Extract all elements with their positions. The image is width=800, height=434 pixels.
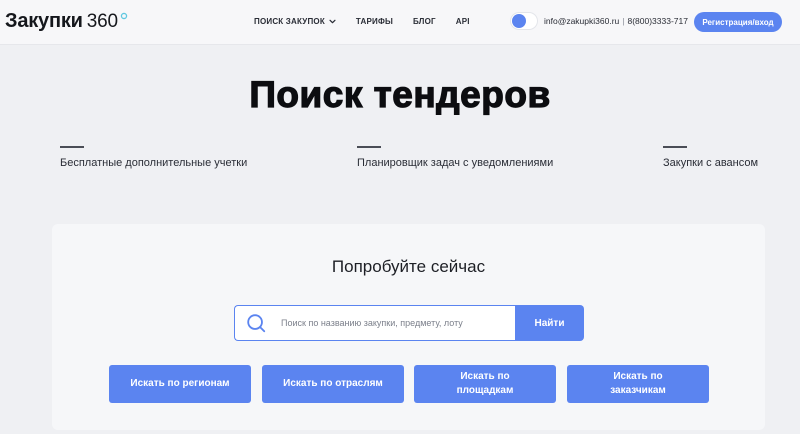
feature-free-accounts: Бесплатные дополнительные учетки xyxy=(60,146,247,169)
search-panel: Попробуйте сейчас Найти Искать по регион… xyxy=(52,224,765,430)
nav-item-tariffs[interactable]: ТАРИФЫ xyxy=(356,14,393,28)
feature-text: Планировщик задач с уведомлениями xyxy=(357,157,554,169)
logo-word: Закупки xyxy=(5,10,83,32)
search-by-platforms-button[interactable]: Искать по площадкам xyxy=(414,365,556,403)
feature-text: Закупки с авансом xyxy=(663,157,759,169)
feature-divider xyxy=(663,146,687,148)
nav-item-api[interactable]: API xyxy=(456,14,470,28)
contact-separator: | xyxy=(622,16,625,26)
search-by-industries-button[interactable]: Искать по отраслям xyxy=(262,365,404,403)
toggle-knob xyxy=(512,14,526,28)
feature-task-planner: Планировщик задач с уведомлениями xyxy=(357,146,553,169)
nav-item-label: ПОИСК ЗАКУПОК xyxy=(254,16,325,26)
nav-item-blog[interactable]: БЛОГ xyxy=(413,14,436,28)
panel-title: Попробуйте сейчас xyxy=(331,257,486,276)
register-login-button[interactable]: Регистрация/вход xyxy=(694,12,782,32)
logo-number: 360 xyxy=(86,11,118,32)
search-input[interactable] xyxy=(281,318,501,328)
contact-info: info@zakupki360.ru | 8(800)3333-717 xyxy=(544,16,688,26)
contact-email[interactable]: info@zakupki360.ru xyxy=(544,16,619,26)
nav-item-label: ТАРИФЫ xyxy=(355,16,394,26)
logo-mark-icon xyxy=(120,12,128,20)
feature-divider xyxy=(60,146,84,148)
nav-item-search-tenders[interactable]: ПОИСК ЗАКУПОК xyxy=(254,14,336,28)
feature-divider xyxy=(357,146,381,148)
site-header: Закупки 360 ПОИСК ЗАКУПОК ТАРИФЫ БЛОГ API… xyxy=(0,0,800,45)
search-icon xyxy=(247,314,266,333)
theme-toggle[interactable] xyxy=(510,12,538,30)
search-by-customers-button[interactable]: Искать по заказчикам xyxy=(567,365,709,403)
search-bar: Найти xyxy=(234,305,584,341)
search-field[interactable] xyxy=(234,305,515,341)
main-nav: ПОИСК ЗАКУПОК ТАРИФЫ БЛОГ API xyxy=(254,14,470,28)
nav-item-label: БЛОГ xyxy=(413,16,436,26)
search-button[interactable]: Найти xyxy=(515,305,584,341)
logo-text: Закупки 360 xyxy=(5,9,118,34)
nav-item-label: API xyxy=(455,16,470,26)
page-title: Поиск тендеров xyxy=(249,73,551,115)
contact-phone[interactable]: 8(800)3333-717 xyxy=(627,16,688,26)
feature-text: Бесплатные дополнительные учетки xyxy=(60,157,248,169)
feature-advance-purchases: Закупки с авансом xyxy=(663,146,758,169)
search-by-regions-button[interactable]: Искать по регионам xyxy=(109,365,251,403)
logo[interactable]: Закупки 360 xyxy=(5,9,128,34)
chevron-down-icon xyxy=(329,19,336,23)
